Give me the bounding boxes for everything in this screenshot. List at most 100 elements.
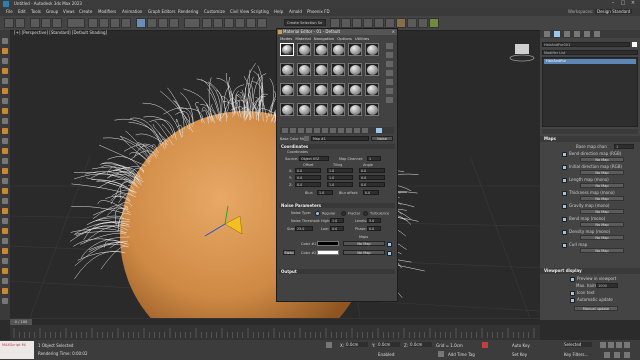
me-menu-options[interactable]: Options [337,36,352,41]
color1-map-checkbox[interactable] [387,242,392,247]
bend-direction-map-checkbox[interactable]: Bend direction map (RGB) [562,151,621,157]
material-slot[interactable] [348,83,362,96]
menu-views[interactable]: Views [63,9,75,14]
levels-field[interactable]: 3.0 [367,218,381,223]
coordinates-rollout-header[interactable]: Coordinates [279,144,395,149]
me-menu-material[interactable]: Material [295,36,310,41]
ribbon-tool-icon[interactable] [2,188,8,194]
video-color-check-icon[interactable] [386,79,393,85]
key-selection-dropdown[interactable]: Selected [564,342,592,347]
map-type-button[interactable]: Noise [371,136,393,141]
pivot-point-icon[interactable] [202,18,212,28]
material-slot[interactable] [280,63,294,76]
z-coord-field[interactable]: 0.0cm [410,342,432,347]
create-tab-icon[interactable] [544,31,550,37]
reset-map-icon[interactable] [306,128,312,133]
render-setup-icon[interactable] [407,18,417,28]
layer-explorer-icon[interactable] [363,18,373,28]
automatic-update-checkbox[interactable]: Automatic update [570,297,613,303]
ribbon-tool-icon[interactable] [2,78,8,84]
selection-set-dropdown[interactable]: Create Selection Se [284,19,326,26]
material-slot[interactable] [365,103,379,116]
material-slot[interactable] [280,83,294,96]
close-button[interactable]: × [628,0,638,6]
angle-snap-icon[interactable] [224,18,234,28]
menu-create[interactable]: Create [79,9,92,14]
color2-map-button[interactable]: No Map [343,250,385,255]
menu-arnold[interactable]: Arnold [289,9,302,14]
material-slot[interactable] [365,63,379,76]
ribbon-tool-icon[interactable] [2,68,8,74]
select-and-place-icon[interactable] [169,18,179,28]
initial-direction-map-checkbox[interactable]: Initial direction map (RGB) [562,164,622,170]
put-to-library-icon[interactable] [322,128,328,133]
maps-rollout-header[interactable]: Maps [540,136,640,142]
bind-space-warp-icon[interactable] [52,18,62,28]
material-slot[interactable] [365,83,379,96]
set-key-button[interactable]: Set Key [512,352,527,357]
go-to-parent-icon[interactable] [354,128,360,133]
ribbon-tool-icon[interactable] [2,218,8,224]
select-by-name-icon[interactable] [99,18,109,28]
options-icon[interactable] [386,97,393,103]
assign-to-selection-icon[interactable] [298,128,304,133]
x-coord-field[interactable]: 0.0cm [346,342,368,347]
length-map-button[interactable]: No Map [580,183,624,188]
time-tag-icon[interactable] [438,351,444,357]
angle-z-field[interactable]: 0.0 [359,182,385,187]
noise-type-turbulence-radio[interactable]: Turbulence [363,211,389,216]
get-material-icon[interactable] [282,128,288,133]
viewport-label[interactable]: [+] [Perspective] [Standard] [Default Sh… [14,30,107,35]
low-field[interactable]: 0.0 [330,226,344,231]
max-hairs-field[interactable]: 1000 [596,283,618,288]
icon-text-checkbox[interactable]: Icon text [570,290,595,296]
color2-swatch[interactable] [317,250,339,255]
ribbon-tool-icon[interactable] [2,228,8,234]
menu-help[interactable]: Help [274,9,283,14]
material-slot[interactable] [331,103,345,116]
motion-tab-icon[interactable] [574,31,580,37]
material-slot[interactable] [331,43,345,56]
offset-x-field[interactable]: 0.0 [295,168,321,173]
background-icon[interactable] [386,61,393,67]
display-tab-icon[interactable] [584,31,590,37]
set-key-mode-icon[interactable] [482,342,488,348]
sample-type-icon[interactable] [386,43,393,49]
selection-filter-dropdown[interactable] [67,18,85,28]
material-slot[interactable] [297,63,311,76]
pan-icon[interactable] [624,352,630,358]
render-production-icon[interactable] [429,18,439,28]
menu-rendering[interactable]: Rendering [178,9,198,14]
material-slot[interactable] [297,83,311,96]
material-slot[interactable] [348,63,362,76]
ribbon-tool-icon[interactable] [2,258,8,264]
y-coord-field[interactable]: 0.0cm [378,342,400,347]
noise-parameters-rollout-header[interactable]: Noise Parameters [279,203,395,208]
high-field[interactable]: 1.0 [330,218,344,223]
material-slot[interactable] [348,103,362,116]
thickness-map-button[interactable]: No Map [580,196,624,201]
maximize-button[interactable]: □ [618,0,628,6]
make-preview-icon[interactable] [386,88,393,94]
mirror-icon[interactable] [330,18,340,28]
spinner-snap-icon[interactable] [246,18,256,28]
scene-explorer-icon[interactable] [352,18,362,28]
curl-map-checkbox[interactable]: Curl map [562,242,587,248]
modify-tab-icon[interactable] [554,31,560,37]
rectangular-selection-icon[interactable] [110,18,120,28]
show-end-result-icon[interactable] [346,128,352,133]
backlight-icon[interactable] [386,52,393,58]
object-color-swatch[interactable] [632,42,637,47]
ribbon-tool-icon[interactable] [2,58,8,64]
ribbon-tool-icon[interactable] [2,88,8,94]
utilities-tab-icon[interactable] [594,31,600,37]
tiling-z-field[interactable]: 1.0 [327,182,353,187]
menu-group[interactable]: Group [46,9,58,14]
link-icon[interactable] [30,18,40,28]
maxscript-listener[interactable]: MAXScript Mi [0,341,34,359]
curl-map-button[interactable]: No Map [580,248,624,253]
bend-map-checkbox[interactable]: Bend map (mono) [562,216,605,222]
offset-y-field[interactable]: 0.0 [295,175,321,180]
tiling-x-field[interactable]: 1.0 [327,168,353,173]
zoom-icon[interactable] [604,352,610,358]
